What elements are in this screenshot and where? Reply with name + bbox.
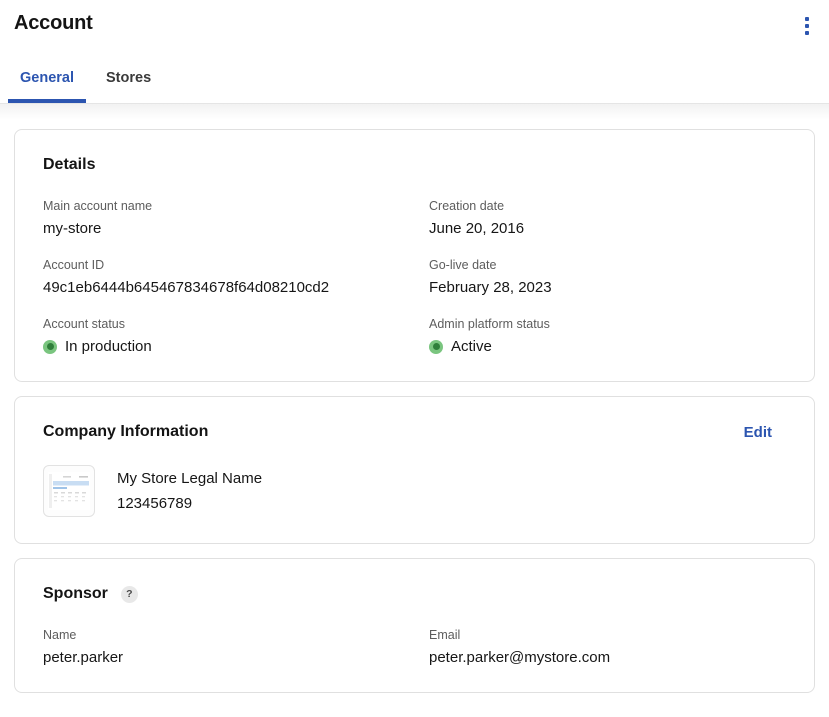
kebab-menu-icon[interactable] bbox=[801, 13, 813, 39]
field-label: Name bbox=[43, 628, 429, 642]
status-text: Active bbox=[451, 338, 492, 355]
details-card: Details Main account name my-store Creat… bbox=[14, 129, 815, 382]
field-admin-platform-status: Admin platform status Active bbox=[429, 317, 786, 355]
tab-stores[interactable]: Stores bbox=[94, 70, 163, 103]
field-label: Email bbox=[429, 628, 786, 642]
field-value: peter.parker@mystore.com bbox=[429, 649, 786, 666]
kebab-dot bbox=[805, 17, 809, 21]
field-value: peter.parker bbox=[43, 649, 429, 666]
details-fields: Main account name my-store Creation date… bbox=[43, 199, 786, 355]
status-text: In production bbox=[65, 338, 152, 355]
field-label: Main account name bbox=[43, 199, 429, 213]
page-header: Account bbox=[0, 0, 829, 39]
kebab-dot bbox=[805, 31, 809, 35]
details-card-title: Details bbox=[43, 156, 786, 174]
sponsor-card: Sponsor ? Name peter.parker Email peter.… bbox=[14, 558, 815, 693]
company-information-card: Company Information Edit bbox=[14, 396, 815, 544]
field-sponsor-email: Email peter.parker@mystore.com bbox=[429, 628, 786, 666]
company-text: My Store Legal Name 123456789 bbox=[117, 470, 262, 512]
status-dot-icon bbox=[429, 340, 443, 354]
field-account-id: Account ID 49c1eb6444b645467834678f64d08… bbox=[43, 258, 429, 296]
status-dot-inner bbox=[47, 343, 54, 350]
sponsor-card-head: Sponsor ? bbox=[43, 585, 786, 603]
company-registration-number: 123456789 bbox=[117, 495, 262, 512]
company-logo-thumbnail[interactable] bbox=[43, 465, 95, 517]
sponsor-fields: Name peter.parker Email peter.parker@mys… bbox=[43, 628, 786, 666]
field-label: Account ID bbox=[43, 258, 429, 272]
field-label: Account status bbox=[43, 317, 429, 331]
company-legal-name: My Store Legal Name bbox=[117, 470, 262, 487]
field-go-live-date: Go-live date February 28, 2023 bbox=[429, 258, 786, 296]
edit-button[interactable]: Edit bbox=[744, 424, 786, 441]
field-sponsor-name: Name peter.parker bbox=[43, 628, 429, 666]
company-body: My Store Legal Name 123456789 bbox=[43, 465, 786, 517]
sponsor-card-title: Sponsor bbox=[43, 585, 108, 603]
main-content: Details Main account name my-store Creat… bbox=[0, 120, 829, 693]
company-card-title: Company Information bbox=[43, 423, 208, 441]
tab-bar: General Stores bbox=[0, 70, 829, 104]
field-value: In production bbox=[43, 338, 429, 355]
field-value: 49c1eb6444b645467834678f64d08210cd2 bbox=[43, 279, 429, 296]
field-label: Creation date bbox=[429, 199, 786, 213]
company-card-head: Company Information Edit bbox=[43, 423, 786, 441]
tabbar-divider-shade bbox=[0, 104, 829, 120]
company-logo-image bbox=[48, 472, 90, 510]
field-account-status: Account status In production bbox=[43, 317, 429, 355]
kebab-dot bbox=[805, 24, 809, 28]
page-title: Account bbox=[14, 12, 93, 35]
tab-general[interactable]: General bbox=[8, 70, 86, 103]
status-dot-inner bbox=[433, 343, 440, 350]
question-mark-icon[interactable]: ? bbox=[121, 586, 138, 603]
field-label: Admin platform status bbox=[429, 317, 786, 331]
field-value: my-store bbox=[43, 220, 429, 237]
field-value: June 20, 2016 bbox=[429, 220, 786, 237]
field-creation-date: Creation date June 20, 2016 bbox=[429, 199, 786, 237]
field-main-account-name: Main account name my-store bbox=[43, 199, 429, 237]
field-label: Go-live date bbox=[429, 258, 786, 272]
status-dot-icon bbox=[43, 340, 57, 354]
field-value: February 28, 2023 bbox=[429, 279, 786, 296]
field-value: Active bbox=[429, 338, 786, 355]
